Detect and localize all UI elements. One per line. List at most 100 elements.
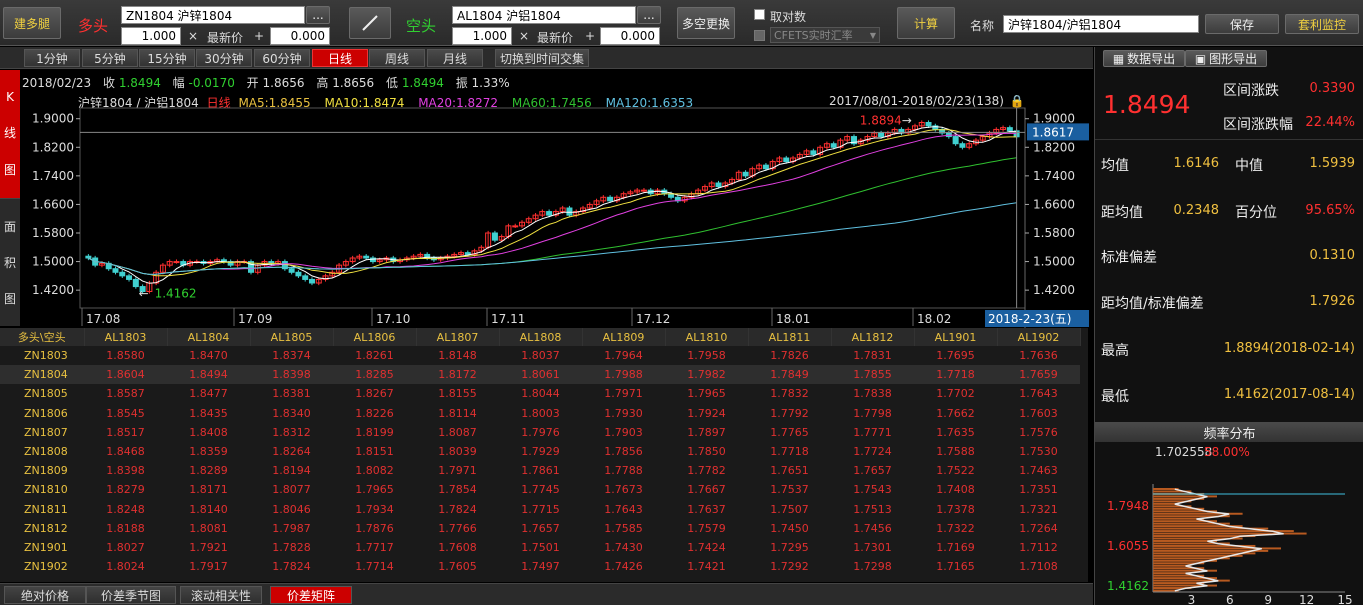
matrix-cell[interactable]: 1.8494 (167, 365, 250, 385)
matrix-cell[interactable]: 1.8267 (333, 384, 416, 403)
matrix-cell[interactable]: 1.8517 (84, 423, 167, 442)
matrix-cell[interactable]: 1.7424 (665, 538, 748, 557)
matrix-cell[interactable]: 1.8312 (250, 423, 333, 442)
matrix-row[interactable]: ZN1810 1.8279 1.8171 1.8077 1.7965 1.7854 1.77… (0, 480, 1080, 500)
candle-body[interactable] (173, 261, 180, 264)
tab-period[interactable]: 15分钟 (139, 49, 195, 67)
short-contract-picker-button[interactable]: ... (637, 6, 661, 24)
matrix-cell[interactable]: 1.8039 (416, 442, 499, 461)
candle-body[interactable] (925, 122, 932, 127)
matrix-row[interactable]: ZN1805 1.8587 1.8477 1.8381 1.8267 1.8155 1.80… (0, 384, 1080, 404)
matrix-cell[interactable]: 1.7828 (250, 538, 333, 557)
matrix-cell[interactable]: 1.8140 (167, 500, 250, 519)
matrix-cell[interactable]: 1.8114 (416, 404, 499, 423)
matrix-cell[interactable]: 1.8604 (84, 365, 167, 385)
matrix-cell[interactable]: 1.7929 (499, 442, 582, 461)
matrix-cell[interactable]: 1.8580 (84, 346, 167, 365)
matrix-cell[interactable]: 1.7861 (499, 461, 582, 480)
candle-body[interactable] (762, 164, 769, 170)
matrix-cell[interactable]: 1.7295 (748, 538, 831, 557)
candle-body[interactable] (363, 255, 370, 259)
matrix-col-header[interactable]: AL1803 (84, 328, 168, 346)
matrix-cell[interactable]: 1.7782 (665, 461, 748, 480)
candle-body[interactable] (566, 207, 573, 216)
matrix-cell[interactable]: 1.7792 (748, 404, 831, 423)
log-checkbox[interactable] (754, 9, 765, 20)
candle-body[interactable] (715, 182, 722, 188)
matrix-cell[interactable]: 1.7855 (831, 365, 914, 385)
matrix-cell[interactable]: 1.7165 (914, 557, 997, 576)
matrix-cell[interactable]: 1.7351 (997, 480, 1080, 499)
matrix-cell[interactable]: 1.8398 (84, 461, 167, 480)
matrix-cell[interactable]: 1.8477 (167, 384, 250, 403)
build-leg-button[interactable]: 建多腿 (3, 7, 61, 39)
matrix-cell[interactable]: 1.7724 (831, 442, 914, 461)
matrix-cell[interactable]: 1.7501 (499, 538, 582, 557)
candle-body[interactable] (742, 171, 749, 177)
candle-body[interactable] (85, 255, 92, 259)
matrix-cell[interactable]: 1.7112 (997, 538, 1080, 557)
matrix-cell[interactable]: 1.7850 (665, 442, 748, 461)
candle-body[interactable] (1006, 127, 1013, 132)
matrix-cell[interactable]: 1.7463 (997, 461, 1080, 480)
export-data-button[interactable]: ▦ 数据导出 (1103, 50, 1185, 67)
matrix-cell[interactable]: 1.7576 (997, 423, 1080, 442)
matrix-cell[interactable]: 1.7854 (416, 480, 499, 499)
matrix-cell[interactable]: 1.8151 (333, 442, 416, 461)
matrix-cell[interactable]: 1.7702 (914, 384, 997, 403)
long-qty-input[interactable]: 1.000 (121, 27, 181, 45)
matrix-cell[interactable]: 1.7657 (499, 519, 582, 538)
matrix-cell[interactable]: 1.7695 (914, 346, 997, 365)
matrix-cell[interactable]: 1.7924 (665, 404, 748, 423)
matrix-cell[interactable]: 1.7988 (582, 365, 665, 385)
matrix-cell[interactable]: 1.8264 (250, 442, 333, 461)
candle-body[interactable] (308, 278, 315, 284)
matrix-row[interactable]: ZN1901 1.8027 1.7921 1.7828 1.7717 1.7608 1.75… (0, 537, 1080, 558)
tab-period[interactable]: 30分钟 (196, 49, 252, 67)
tab-period[interactable]: 60分钟 (254, 49, 310, 67)
calculate-button[interactable]: 计算 (897, 7, 955, 39)
matrix-cell[interactable]: 1.8359 (167, 442, 250, 461)
short-offset-input[interactable]: 0.000 (600, 27, 660, 45)
matrix-cell[interactable]: 1.7421 (665, 557, 748, 576)
matrix-cell[interactable]: 1.8545 (84, 404, 167, 423)
matrix-col-header[interactable]: AL1805 (250, 328, 334, 346)
matrix-cell[interactable]: 1.7826 (748, 346, 831, 365)
matrix-cell[interactable]: 1.7603 (997, 404, 1080, 423)
matrix-cell[interactable]: 1.7718 (748, 442, 831, 461)
matrix-cell[interactable]: 1.7714 (333, 557, 416, 576)
matrix-cell[interactable]: 1.8003 (499, 404, 582, 423)
matrix-cell[interactable]: 1.7530 (997, 442, 1080, 461)
matrix-cell[interactable]: 1.7169 (914, 538, 997, 557)
candle-body[interactable] (830, 143, 837, 148)
matrix-cell[interactable]: 1.7651 (748, 461, 831, 480)
candle-body[interactable] (126, 275, 133, 280)
swap-long-short-button[interactable]: 多空更换 (677, 7, 735, 39)
matrix-cell[interactable]: 1.7636 (997, 346, 1080, 365)
short-contract-input[interactable]: AL1804 沪铝1804 (452, 6, 636, 24)
candle-body[interactable] (783, 157, 790, 163)
matrix-cell[interactable]: 1.7831 (831, 346, 914, 365)
matrix-cell[interactable]: 1.7667 (665, 480, 748, 499)
matrix-row[interactable]: ZN1811 1.8248 1.8140 1.8046 1.7934 1.7824 1.77… (0, 499, 1080, 519)
tab-period[interactable]: 周线 (369, 49, 425, 67)
matrix-cell[interactable]: 1.7605 (416, 557, 499, 576)
matrix-cell[interactable]: 1.7897 (665, 423, 748, 442)
name-input[interactable]: 沪锌1804/沪铝1804 (1003, 15, 1199, 33)
matrix-cell[interactable]: 1.7543 (831, 480, 914, 499)
tab-period[interactable]: 5分钟 (82, 49, 138, 67)
matrix-cell[interactable]: 1.7643 (582, 500, 665, 519)
matrix-cell[interactable]: 1.7717 (333, 538, 416, 557)
matrix-row[interactable]: ZN1807 1.8517 1.8408 1.8312 1.8199 1.8087 1.79… (0, 422, 1080, 442)
matrix-cell[interactable]: 1.7976 (499, 423, 582, 442)
matrix-cell[interactable]: 1.8374 (250, 346, 333, 365)
matrix-cell[interactable]: 1.7608 (416, 538, 499, 557)
matrix-row[interactable]: ZN1812 1.8188 1.8081 1.7987 1.7876 1.7766 1.76… (0, 518, 1080, 538)
matrix-cell[interactable]: 1.8024 (84, 557, 167, 576)
matrix-cell[interactable]: 1.8226 (333, 404, 416, 423)
tab-kline-chart[interactable]: K 线 图 (0, 70, 20, 198)
matrix-cell[interactable]: 1.7659 (997, 365, 1080, 385)
matrix-cell[interactable]: 1.8248 (84, 500, 167, 519)
tab-area-chart[interactable]: 面 积 图 (0, 198, 20, 326)
matrix-cell[interactable]: 1.8081 (167, 519, 250, 538)
